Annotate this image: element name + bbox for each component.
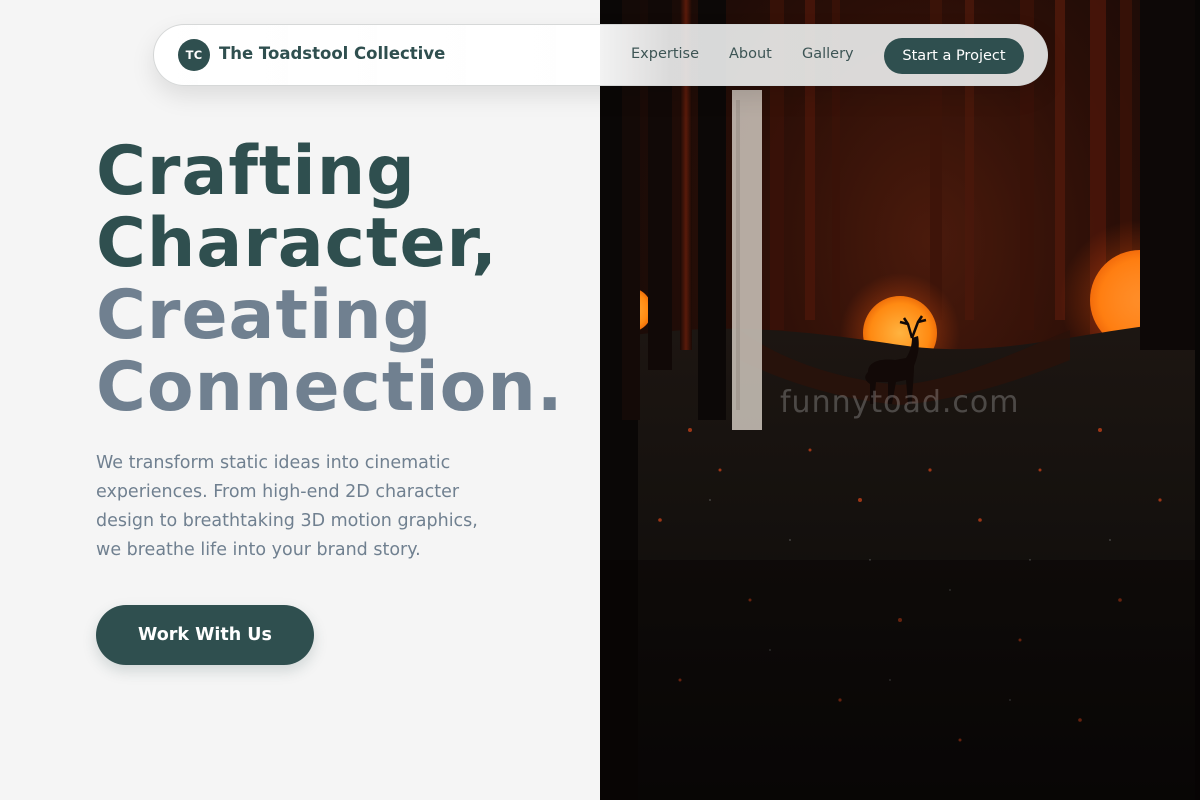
start-project-button[interactable]: Start a Project	[884, 38, 1024, 74]
hero-title-line: Character,	[96, 204, 498, 283]
brand-name[interactable]: The Toadstool Collective	[219, 44, 445, 63]
work-with-us-button[interactable]: Work With Us	[96, 605, 314, 665]
watermark-text: funnytoad.com	[780, 385, 1020, 420]
nav-link-about[interactable]: About	[729, 46, 772, 62]
top-navbar: TC The Toadstool Collective Expertise Ab…	[153, 24, 1048, 86]
logo-mark[interactable]: TC	[178, 39, 210, 71]
hero-title-line: Crafting	[96, 132, 416, 211]
hero-description: We transform static ideas into cinematic…	[96, 453, 478, 560]
hero-image: funnytoad.com	[600, 0, 1200, 800]
nav-link-expertise[interactable]: Expertise	[631, 46, 699, 62]
hero-title-line: Creating	[96, 276, 433, 355]
hero-title-line: Connection.	[96, 348, 564, 427]
hero-title: Crafting Character, Creating Connection.	[96, 136, 564, 424]
nav-link-gallery[interactable]: Gallery	[802, 46, 854, 62]
